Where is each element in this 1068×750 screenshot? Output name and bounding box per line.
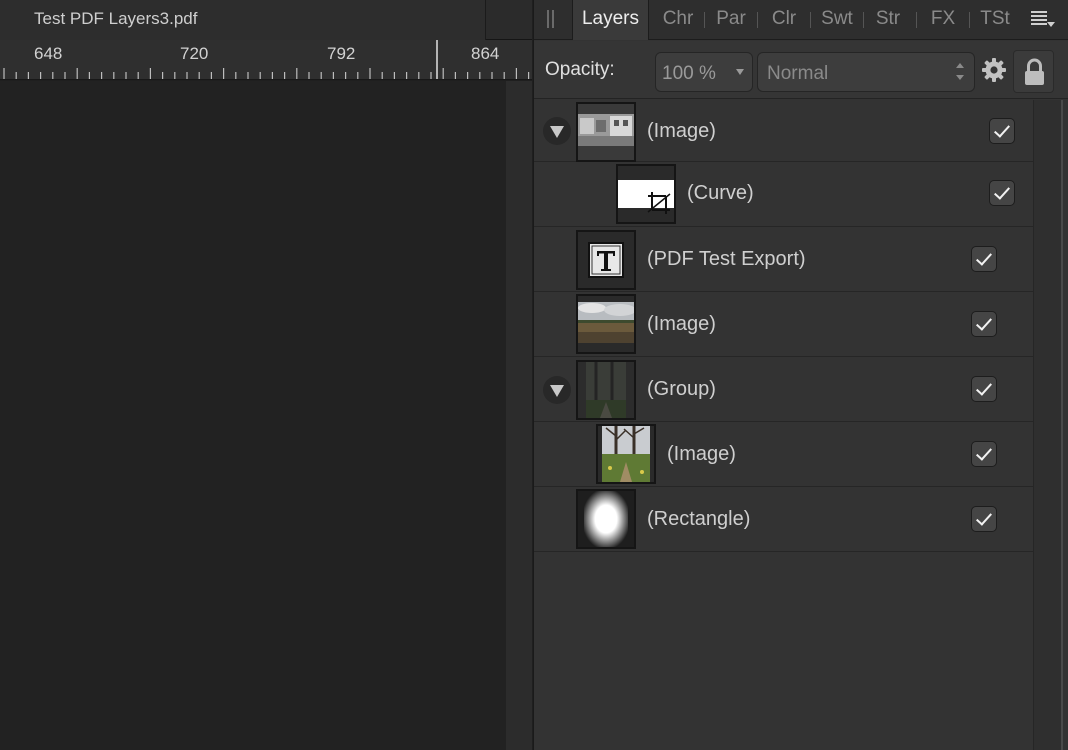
layer-row[interactable]: (Image): [534, 100, 1033, 162]
tab-character[interactable]: Chr: [653, 0, 703, 40]
document-canvas[interactable]: [0, 81, 506, 750]
lock-button[interactable]: [1013, 50, 1054, 93]
horizontal-ruler[interactable]: 648 720 792 864: [0, 40, 532, 80]
layer-visibility-checkbox[interactable]: [989, 180, 1015, 206]
ruler-ticks: [3, 40, 530, 79]
document-tab-bar: Test PDF Layers3.pdf: [0, 0, 532, 40]
ruler-label: 720: [180, 44, 209, 63]
tab-separator: [969, 12, 970, 28]
layer-thumbnail: [576, 230, 636, 290]
layer-name: (Image): [647, 313, 716, 335]
tab-separator: [863, 12, 864, 28]
tab-stroke[interactable]: Str: [865, 0, 911, 40]
tab-paragraph[interactable]: Par: [706, 0, 756, 40]
layer-thumbnail: [576, 102, 636, 162]
layer-thumbnail: [576, 294, 636, 354]
layer-visibility-checkbox[interactable]: [971, 441, 997, 467]
layer-name: (PDF Test Export): [647, 248, 806, 270]
expand-triangle-icon[interactable]: [543, 117, 571, 145]
layer-row[interactable]: (PDF Test Export): [534, 227, 1033, 292]
layer-name: (Rectangle): [647, 508, 751, 530]
panel-tab-bar: Layers Chr Par Clr Swt Str FX TSt: [534, 0, 1068, 40]
layer-row[interactable]: (Rectangle): [534, 487, 1033, 552]
blend-mode-select[interactable]: Normal: [757, 52, 975, 92]
layer-row[interactable]: (Group): [534, 357, 1033, 422]
opacity-dropdown[interactable]: 100 %: [655, 52, 753, 92]
layer-visibility-checkbox[interactable]: [971, 246, 997, 272]
layer-visibility-checkbox[interactable]: [971, 311, 997, 337]
tab-separator: [810, 12, 811, 28]
ruler-label: 792: [327, 44, 356, 63]
canvas-scroll-gutter[interactable]: [506, 81, 532, 750]
panel-scrollbar[interactable]: [1033, 100, 1061, 750]
layer-name: (Curve): [687, 182, 754, 204]
document-tab-title: Test PDF Layers3.pdf: [34, 9, 198, 28]
tab-separator: [916, 12, 917, 28]
lock-icon: [1025, 58, 1044, 85]
tab-effects[interactable]: FX: [918, 0, 968, 40]
layer-thumbnail: [616, 164, 676, 224]
ruler-label: 648: [34, 44, 63, 63]
panel-grip-icon[interactable]: [547, 10, 555, 28]
expand-triangle-icon[interactable]: [543, 376, 571, 404]
layer-row[interactable]: (Image): [534, 422, 1033, 487]
layers-panel: Layers Chr Par Clr Swt Str FX TSt Opacit…: [533, 0, 1068, 750]
layer-options-bar: Opacity: 100 % Normal: [534, 41, 1068, 99]
layer-row[interactable]: (Image): [534, 292, 1033, 357]
layer-thumbnail: [576, 489, 636, 549]
layer-visibility-checkbox[interactable]: [971, 376, 997, 402]
layer-name: (Group): [647, 378, 716, 400]
layer-visibility-checkbox[interactable]: [971, 506, 997, 532]
tab-layers[interactable]: Layers: [572, 0, 649, 40]
ruler-label: 864: [471, 44, 500, 63]
tab-separator: [757, 12, 758, 28]
layer-name: (Image): [647, 120, 716, 142]
tab-swatches[interactable]: Swt: [812, 0, 862, 40]
layers-list: (Image) (Curve) (PDF Test Export) (Image…: [534, 100, 1033, 552]
panel-divider: [1061, 100, 1063, 750]
document-tab[interactable]: Test PDF Layers3.pdf: [0, 0, 486, 40]
layer-visibility-checkbox[interactable]: [989, 118, 1015, 144]
stepper-arrows-icon: [955, 62, 965, 82]
chevron-down-icon: [736, 69, 744, 75]
tab-text-styles[interactable]: TSt: [971, 0, 1019, 40]
layer-thumbnail: [596, 424, 656, 484]
blend-mode-value: Normal: [767, 63, 829, 84]
opacity-label: Opacity:: [545, 59, 615, 80]
tab-color[interactable]: Clr: [759, 0, 809, 40]
gear-icon[interactable]: [980, 56, 1008, 84]
layer-row[interactable]: (Curve): [534, 162, 1033, 227]
opacity-value: 100 %: [662, 63, 716, 84]
panel-menu-icon[interactable]: [1029, 10, 1055, 30]
layer-thumbnail: [576, 360, 636, 420]
layer-name: (Image): [667, 443, 736, 465]
tab-separator: [704, 12, 705, 28]
